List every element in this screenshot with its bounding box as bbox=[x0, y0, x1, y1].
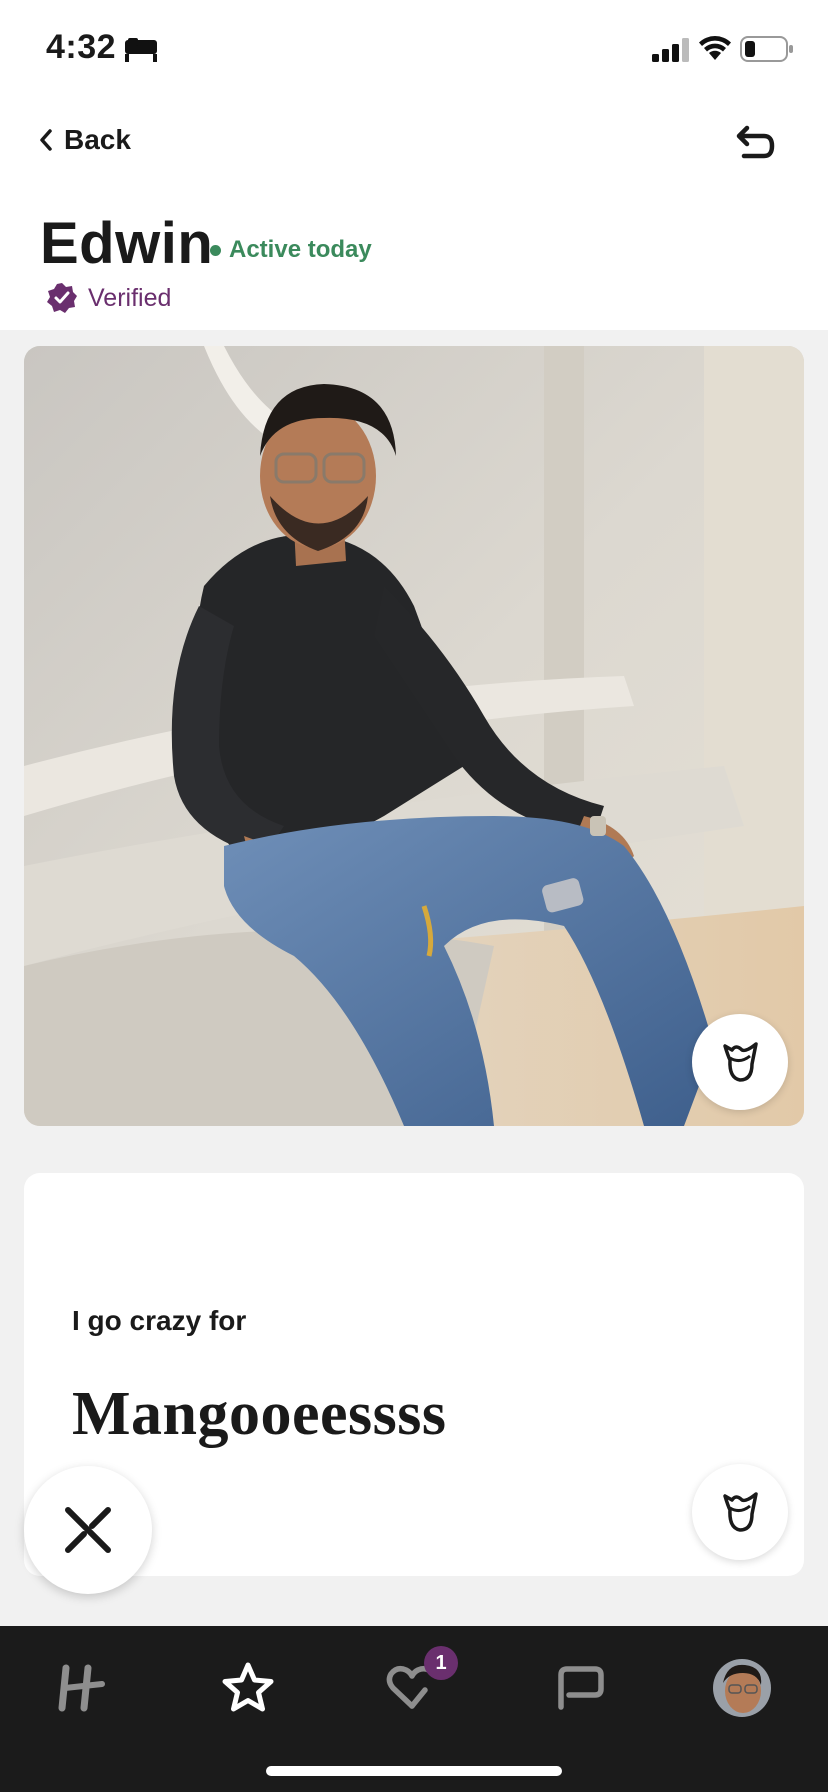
tab-likes-you[interactable]: 1 bbox=[376, 1646, 458, 1724]
status-bar: 4:32 bbox=[0, 0, 828, 100]
activity-label: Active today bbox=[229, 236, 372, 263]
cellular-signal-icon bbox=[652, 38, 689, 62]
wifi-icon bbox=[699, 36, 731, 60]
avatar-image bbox=[713, 1659, 771, 1717]
avatar bbox=[713, 1659, 771, 1717]
tab-matches[interactable] bbox=[544, 1652, 616, 1724]
tab-profile[interactable] bbox=[706, 1652, 778, 1724]
tab-discover[interactable] bbox=[46, 1652, 118, 1724]
active-dot-icon bbox=[210, 244, 221, 256]
photo-illustration bbox=[24, 346, 804, 1126]
skip-x-icon bbox=[65, 1507, 111, 1553]
like-prompt-button[interactable] bbox=[692, 1464, 788, 1560]
status-time: 4:32 bbox=[46, 28, 117, 66]
prompt-question: I go crazy for bbox=[72, 1305, 247, 1336]
likes-count-badge: 1 bbox=[424, 1646, 458, 1680]
profile-header: Back Edwin Active today Verified bbox=[0, 100, 828, 374]
battery-icon bbox=[740, 36, 793, 62]
like-photo-button[interactable] bbox=[692, 1014, 788, 1110]
skip-button[interactable] bbox=[24, 1466, 152, 1594]
back-button[interactable]: Back bbox=[38, 124, 131, 156]
rose-icon bbox=[723, 1492, 758, 1532]
chat-bubble-icon bbox=[558, 1666, 604, 1710]
back-label: Back bbox=[64, 124, 131, 155]
verified-icon bbox=[47, 283, 77, 313]
hinge-logo-icon bbox=[58, 1664, 105, 1712]
profile-name: Edwin bbox=[40, 211, 214, 276]
rose-icon bbox=[723, 1042, 758, 1082]
prompt-answer: Mangooeessss bbox=[72, 1380, 447, 1448]
activity-status: Active today bbox=[210, 236, 372, 264]
undo-arrow-icon[interactable] bbox=[730, 120, 778, 168]
star-icon bbox=[222, 1662, 274, 1712]
verified-label: Verified bbox=[88, 283, 172, 312]
chevron-left-icon bbox=[40, 129, 52, 151]
home-indicator[interactable] bbox=[266, 1766, 562, 1776]
tab-standouts[interactable] bbox=[212, 1652, 284, 1724]
profile-photo[interactable] bbox=[24, 346, 804, 1126]
verified-badge[interactable]: Verified bbox=[46, 282, 171, 314]
tab-bar: 1 bbox=[0, 1626, 828, 1792]
profile-screen: 4:32 Back Edwin Active today Verified I … bbox=[0, 0, 828, 1792]
sleep-focus-icon bbox=[125, 38, 157, 62]
